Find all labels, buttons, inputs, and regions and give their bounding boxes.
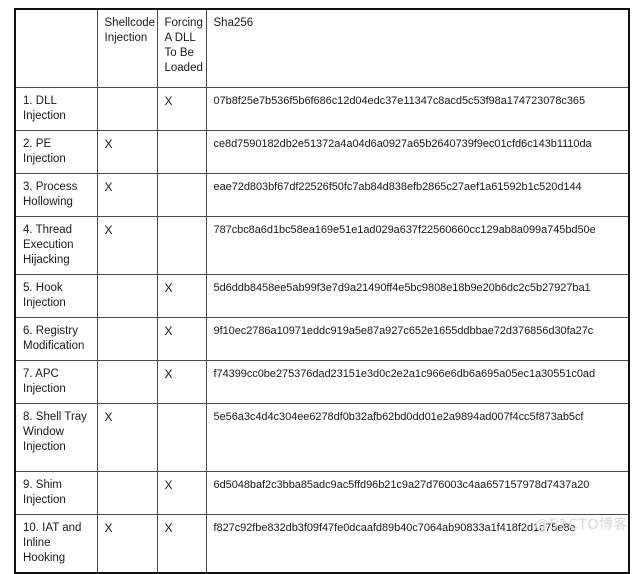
cell-forcing-mark	[156, 173, 207, 217]
cell-technique-name: 10. IAT and Inline Hooking	[14, 514, 98, 574]
cell-forcing-mark: X	[156, 274, 207, 318]
table-row: 3. Process Hollowing X eae72d803bf67df22…	[14, 173, 630, 217]
table-row: 1. DLL Injection X 07b8f25e7b536f5b6f686…	[14, 87, 630, 131]
table-row: 7. APC Injection X f74399cc0be275376dad2…	[14, 360, 630, 404]
cell-shellcode-mark	[96, 274, 158, 318]
table-row: 10. IAT and Inline Hooking X X f827c92fb…	[14, 514, 630, 574]
cell-technique-name: 3. Process Hollowing	[14, 173, 98, 217]
cell-forcing-mark	[156, 403, 207, 472]
cell-shellcode-mark	[96, 471, 158, 515]
injection-techniques-table-container: Shellcode Injection Forcing A DLL To Be …	[14, 8, 630, 574]
injection-techniques-table: Shellcode Injection Forcing A DLL To Be …	[14, 8, 630, 574]
table-row: 5. Hook Injection X 5d6ddb8458ee5ab99f3e…	[14, 274, 630, 318]
cell-shellcode-mark: X	[96, 403, 158, 472]
cell-sha256: eae72d803bf67df22526f50fc7ab84d838efb286…	[205, 173, 630, 217]
table-row: 6. Registry Modification X 9f10ec2786a10…	[14, 317, 630, 361]
cell-technique-name: 2. PE Injection	[14, 130, 98, 174]
cell-forcing-mark	[156, 130, 207, 174]
cell-sha256: f74399cc0be275376dad23151e3d0c2e2a1c966e…	[205, 360, 630, 404]
cell-forcing-mark: X	[156, 471, 207, 515]
table-header: Shellcode Injection Forcing A DLL To Be …	[14, 8, 630, 88]
cell-sha256: 9f10ec2786a10971eddc919a5e87a927c652e165…	[205, 317, 630, 361]
cell-shellcode-mark	[96, 87, 158, 131]
cell-shellcode-mark	[96, 360, 158, 404]
table-row: 9. Shim Injection X 6d5048baf2c3bba85adc…	[14, 471, 630, 515]
cell-shellcode-mark	[96, 317, 158, 361]
column-header-sha256: Sha256	[205, 8, 630, 88]
cell-technique-name: 5. Hook Injection	[14, 274, 98, 318]
table-row: 4. Thread Execution Hijacking X 787cbc8a…	[14, 216, 630, 275]
cell-forcing-mark: X	[156, 360, 207, 404]
cell-shellcode-mark: X	[96, 173, 158, 217]
cell-shellcode-mark: X	[96, 514, 158, 574]
cell-technique-name: 6. Registry Modification	[14, 317, 98, 361]
cell-sha256: 6d5048baf2c3bba85adc9ac5ffd96b21c9a27d76…	[205, 471, 630, 515]
cell-technique-name: 4. Thread Execution Hijacking	[14, 216, 98, 275]
cell-forcing-mark: X	[156, 514, 207, 574]
table-body: 1. DLL Injection X 07b8f25e7b536f5b6f686…	[14, 87, 630, 574]
cell-technique-name: 8. Shell Tray Window Injection	[14, 403, 98, 472]
cell-technique-name: 7. APC Injection	[14, 360, 98, 404]
cell-sha256: 5e56a3c4d4c304ee6278df0b32afb62bd0dd01e2…	[205, 403, 630, 472]
cell-sha256: ce8d7590182db2e51372a4a04d6a0927a65b2640…	[205, 130, 630, 174]
cell-forcing-mark: X	[156, 87, 207, 131]
cell-sha256: f827c92fbe832db3f09f47fe0dcaafd89b40c706…	[205, 514, 630, 574]
column-header-forcing-a-dll-to-be-loaded: Forcing A DLL To Be Loaded	[156, 8, 207, 88]
cell-sha256: 787cbc8a6d1bc58ea169e51e1ad029a637f22560…	[205, 216, 630, 275]
cell-shellcode-mark: X	[96, 130, 158, 174]
cell-forcing-mark	[156, 216, 207, 275]
table-row: 2. PE Injection X ce8d7590182db2e51372a4…	[14, 130, 630, 174]
cell-sha256: 5d6ddb8458ee5ab99f3e7d9a21490ff4e5bc9808…	[205, 274, 630, 318]
column-header-shellcode-injection: Shellcode Injection	[96, 8, 158, 88]
cell-shellcode-mark: X	[96, 216, 158, 275]
column-header-technique	[14, 8, 98, 88]
cell-sha256: 07b8f25e7b536f5b6f686c12d04edc37e11347c8…	[205, 87, 630, 131]
table-header-row: Shellcode Injection Forcing A DLL To Be …	[14, 8, 630, 88]
table-row: 8. Shell Tray Window Injection X 5e56a3c…	[14, 403, 630, 472]
cell-forcing-mark: X	[156, 317, 207, 361]
cell-technique-name: 1. DLL Injection	[14, 87, 98, 131]
cell-technique-name: 9. Shim Injection	[14, 471, 98, 515]
